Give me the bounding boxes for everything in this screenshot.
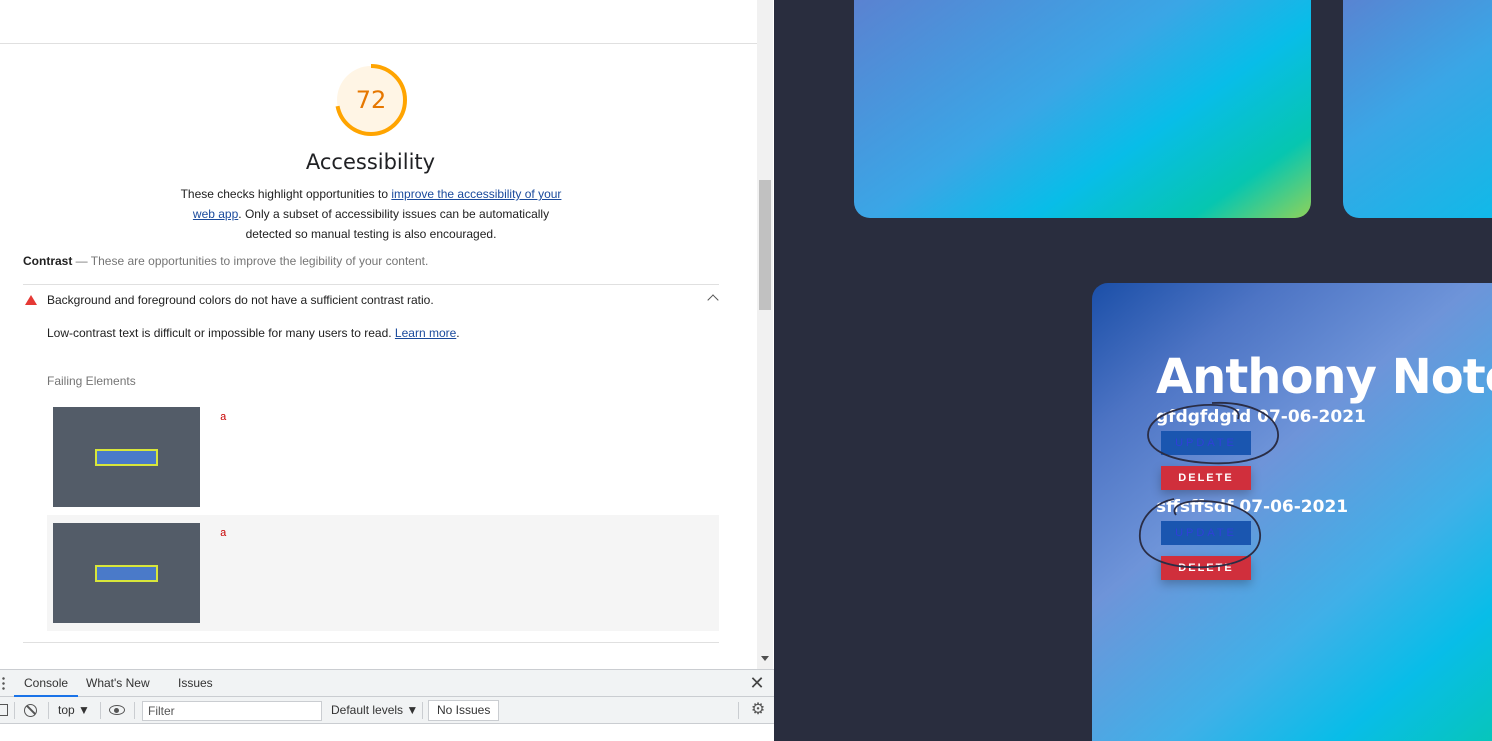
clear-console-icon[interactable] [24,704,37,717]
scroll-down-arrow-icon[interactable] [761,656,769,661]
console-toolbar: top ▼ Default levels ▼ No Issues ⚙ [0,697,774,724]
element-screenshot [53,407,200,507]
divider [23,284,719,285]
sidebar-toggle-icon[interactable] [0,704,8,716]
learn-more-link[interactable]: Learn more [395,326,456,340]
filter-input[interactable] [142,701,322,721]
warning-icon [25,295,37,305]
toolbar-separator [738,702,739,719]
element-snippet: a [220,528,227,540]
group-header: Contrast — These are opportunities to im… [23,254,723,268]
drawer-tabbar: Console What's New Issues ✕ [0,670,774,697]
element-screenshot [53,523,200,623]
vertical-scrollbar[interactable] [757,0,773,669]
audit-title: Background and foreground colors do not … [47,293,434,307]
note-card [1343,0,1492,218]
chevron-up-icon[interactable] [707,294,719,306]
note-card-main: Anthony Notes gfdgfdgfd 07-06-2021 UPDAT… [1092,283,1492,741]
context-select[interactable]: top ▼ [58,703,90,717]
log-levels-select[interactable]: Default levels ▼ [331,703,418,717]
toolbar-separator [14,702,15,719]
audit-header[interactable]: Background and foreground colors do not … [23,290,719,310]
lighthouse-report[interactable]: 72 Accessibility These checks highlight … [0,0,757,669]
tab-issues[interactable]: Issues [168,670,223,697]
toolbar-separator [422,702,423,719]
web-page-preview: Anthony Notes gfdgfdgfd 07-06-2021 UPDAT… [774,0,1492,741]
issues-button[interactable]: No Issues [428,700,500,721]
tab-whats-new[interactable]: What's New [76,670,160,697]
audit-description: Low-contrast text is difficult or imposs… [47,326,460,340]
description-text: These checks highlight opportunities to [180,187,392,201]
tab-console[interactable]: Console [14,670,79,697]
score-value: 72 [355,86,387,114]
divider [23,642,719,643]
note-card [854,0,1311,218]
hand-drawn-circle [1139,498,1261,569]
failing-elements-label: Failing Elements [47,374,136,388]
toolbar-separator [134,702,135,719]
toolbar-separator [48,702,49,719]
element-snippet: a [220,412,227,424]
failing-element-row[interactable]: a [47,407,719,523]
scrollbar-thumb[interactable] [759,180,771,310]
group-description: These are opportunities to improve the l… [90,254,429,268]
highlight-box [95,449,158,466]
group-separator: — [72,254,91,268]
audit-period: . [456,326,460,340]
eye-icon[interactable] [109,705,125,715]
highlight-box [95,565,158,582]
gear-icon[interactable]: ⚙ [750,702,766,718]
drag-handle-icon[interactable] [2,676,5,690]
category-description: These checks highlight opportunities to … [172,184,570,244]
group-title: Contrast [23,254,73,268]
hand-drawn-circle [1147,402,1279,465]
audit-description-text: Low-contrast text is difficult or imposs… [47,326,395,340]
console-drawer: Console What's New Issues ✕ top ▼ Defaul… [0,669,774,741]
close-icon[interactable]: ✕ [749,674,765,692]
category-title: Accessibility [305,150,436,174]
failing-element-row[interactable]: a [47,515,719,631]
score-gauge: 72 [333,62,409,138]
toolbar-separator [100,702,101,719]
report-topbar [0,0,757,44]
description-text-2: . Only a subset of accessibility issues … [238,207,550,241]
devtools-panel: 72 Accessibility These checks highlight … [0,0,774,741]
